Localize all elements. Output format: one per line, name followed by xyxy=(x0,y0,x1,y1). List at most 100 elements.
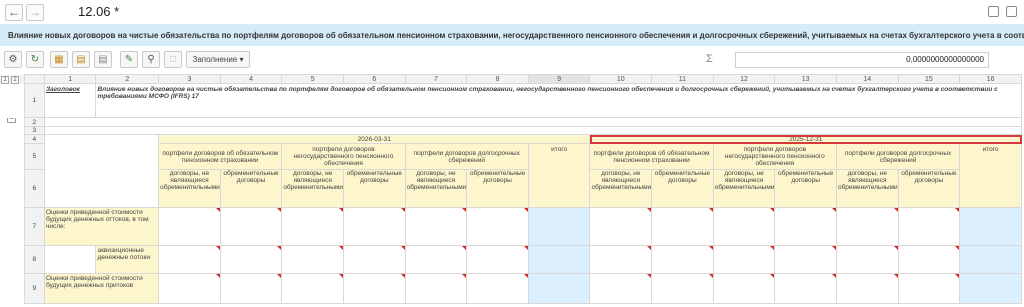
level-1-button[interactable]: 1 xyxy=(1,75,9,84)
save-icon[interactable] xyxy=(988,6,999,17)
row-label-acquisition[interactable]: аквизиционные денежные потоки xyxy=(95,245,160,274)
input-cell[interactable] xyxy=(404,273,468,304)
refresh-button[interactable]: ↻ xyxy=(26,51,44,68)
column-header[interactable]: 3 xyxy=(158,74,221,84)
subheader-non-onerous[interactable]: договоры, не являющиеся обременительными xyxy=(835,169,899,208)
input-cell[interactable] xyxy=(589,245,653,274)
column-header[interactable]: 5 xyxy=(281,74,344,84)
input-cell[interactable] xyxy=(281,207,344,246)
input-cell[interactable] xyxy=(589,207,653,246)
column-header[interactable]: 11 xyxy=(651,74,714,84)
column-header[interactable]: 7 xyxy=(404,74,468,84)
subheader-onerous[interactable]: обременительные договоры xyxy=(774,169,837,208)
input-cell[interactable] xyxy=(158,245,221,274)
portfolio-header[interactable]: портфели договоров негосударственного пе… xyxy=(281,143,406,170)
row-label-inflows[interactable]: Оценки приведенной стоимости будущих ден… xyxy=(43,273,160,304)
input-cell[interactable] xyxy=(466,207,529,246)
input-cell[interactable] xyxy=(281,273,344,304)
input-cell[interactable] xyxy=(404,207,468,246)
column-header[interactable]: 8 xyxy=(466,74,529,84)
row-header[interactable]: 4 xyxy=(23,134,45,144)
edit-button[interactable]: ✎ xyxy=(120,51,138,68)
input-cell[interactable] xyxy=(466,245,529,274)
column-header[interactable]: 9 xyxy=(527,74,591,84)
column-header[interactable]: 16 xyxy=(959,74,1022,84)
input-cell[interactable] xyxy=(219,245,283,274)
subheader-non-onerous[interactable]: договоры, не являющиеся обременительными xyxy=(589,169,653,208)
subheader-non-onerous[interactable]: договоры, не являющиеся обременительными xyxy=(404,169,468,208)
subheader-onerous[interactable]: обременительные договоры xyxy=(219,169,283,208)
row-header[interactable]: 2 xyxy=(23,117,45,127)
table-columns-button[interactable]: ▤ xyxy=(72,51,90,68)
input-cell[interactable] xyxy=(651,245,714,274)
column-header[interactable]: 6 xyxy=(342,74,406,84)
input-cell[interactable] xyxy=(219,273,283,304)
input-cell[interactable] xyxy=(651,273,714,304)
input-cell[interactable] xyxy=(158,273,221,304)
column-header[interactable]: 13 xyxy=(774,74,837,84)
input-cell[interactable] xyxy=(404,245,468,274)
input-cell[interactable] xyxy=(281,245,344,274)
portfolio-header[interactable]: портфели договоров об обязательном пенси… xyxy=(589,143,714,170)
column-header[interactable]: 15 xyxy=(897,74,961,84)
input-cell[interactable] xyxy=(774,273,837,304)
input-cell[interactable] xyxy=(712,245,776,274)
subheader-non-onerous[interactable]: договоры, не являющиеся обременительными xyxy=(281,169,344,208)
row-header[interactable]: 8 xyxy=(23,245,45,274)
input-cell[interactable] xyxy=(342,245,406,274)
row-label-outflows[interactable]: Оценки приведенной стоимости будущих ден… xyxy=(43,207,160,246)
input-cell[interactable] xyxy=(158,207,221,246)
column-header[interactable]: 12 xyxy=(712,74,776,84)
row-header[interactable]: 7 xyxy=(23,207,45,246)
total-cell[interactable] xyxy=(527,207,591,246)
level-2-button[interactable]: 2 xyxy=(11,75,19,84)
input-cell[interactable] xyxy=(651,207,714,246)
input-cell[interactable] xyxy=(342,273,406,304)
date-header-2[interactable]: 2025-12-31 xyxy=(589,134,1022,144)
input-cell[interactable] xyxy=(897,207,961,246)
input-cell[interactable] xyxy=(897,245,961,274)
input-cell[interactable] xyxy=(774,245,837,274)
back-button[interactable]: ← xyxy=(5,4,23,21)
input-cell[interactable] xyxy=(835,245,899,274)
total-cell[interactable] xyxy=(959,273,1022,304)
title-text-cell[interactable]: Влияние новых договоров на чистые обязат… xyxy=(95,83,1022,118)
print-icon[interactable] xyxy=(1006,6,1017,17)
fill-dropdown-button[interactable]: Заполнение ▾ xyxy=(186,51,250,68)
input-cell[interactable] xyxy=(712,273,776,304)
comment-button[interactable]: □ xyxy=(164,51,182,68)
portfolio-header[interactable]: портфели договоров негосударственного пе… xyxy=(712,143,837,170)
row-header[interactable]: 5 xyxy=(23,143,45,170)
total-cell[interactable] xyxy=(527,245,591,274)
portfolio-header[interactable]: портфели договоров долгосрочных сбережен… xyxy=(404,143,529,170)
input-cell[interactable] xyxy=(774,207,837,246)
input-cell[interactable] xyxy=(897,273,961,304)
total-cell[interactable] xyxy=(527,273,591,304)
column-header[interactable]: 14 xyxy=(835,74,899,84)
collapse-icon[interactable]: − xyxy=(7,117,16,123)
subheader-onerous[interactable]: обременительные договоры xyxy=(466,169,529,208)
subheader-onerous[interactable]: обременительные договоры xyxy=(897,169,961,208)
input-cell[interactable] xyxy=(835,273,899,304)
input-cell[interactable] xyxy=(589,273,653,304)
input-cell[interactable] xyxy=(835,207,899,246)
row-header[interactable]: 6 xyxy=(23,169,45,208)
row-header[interactable]: 3 xyxy=(23,126,45,135)
subheader-onerous[interactable]: обременительные договоры xyxy=(342,169,406,208)
portfolio-header[interactable]: портфели договоров долгосрочных сбережен… xyxy=(835,143,961,170)
portfolio-header[interactable]: портфели договоров об обязательном пенси… xyxy=(158,143,283,170)
input-cell[interactable] xyxy=(712,207,776,246)
table-add-button[interactable]: ▦ xyxy=(50,51,68,68)
input-cell[interactable] xyxy=(466,273,529,304)
sum-field[interactable]: 0,0000000000000000 xyxy=(735,52,989,68)
total-cell[interactable] xyxy=(959,207,1022,246)
settings-button[interactable]: ⚙ xyxy=(4,51,22,68)
title-label-cell[interactable]: Заголовок xyxy=(43,83,97,118)
subheader-non-onerous[interactable]: договоры, не являющиеся обременительными xyxy=(712,169,776,208)
column-header[interactable]: 1 xyxy=(43,74,97,84)
row-header[interactable]: 9 xyxy=(23,273,45,304)
column-header[interactable]: 4 xyxy=(219,74,283,84)
subheader-non-onerous[interactable]: договоры, не являющиеся обременительными xyxy=(158,169,221,208)
date-header-1[interactable]: 2026-03-31 xyxy=(158,134,591,144)
input-cell[interactable] xyxy=(219,207,283,246)
